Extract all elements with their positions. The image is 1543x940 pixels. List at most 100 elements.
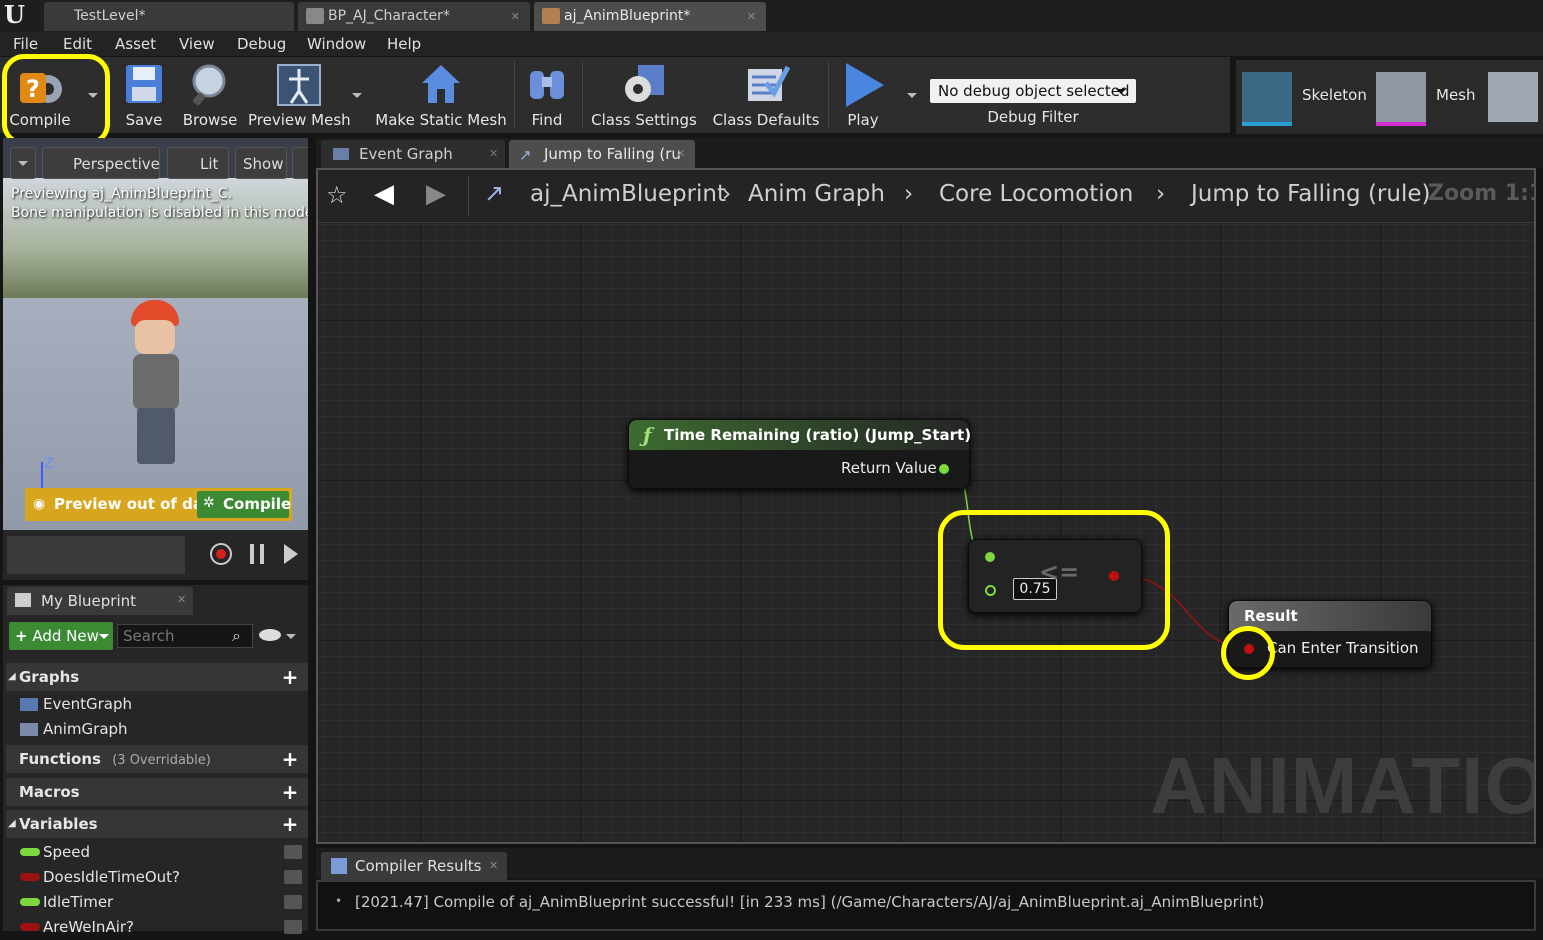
gear-icon: ✲ xyxy=(203,495,215,511)
menu-window[interactable]: Window xyxy=(307,35,366,53)
debug-filter-label: Debug Filter xyxy=(987,108,1079,126)
visibility-eye-icon[interactable] xyxy=(284,920,302,934)
play-options-chevron-down-icon[interactable] xyxy=(907,93,917,98)
variable-item[interactable]: IdleTimer xyxy=(6,890,308,915)
add-variable-plus-icon[interactable]: + xyxy=(280,814,300,834)
search-input[interactable]: Search ⌕ xyxy=(117,624,253,648)
show-button[interactable]: Show xyxy=(235,147,287,179)
preview-mesh-button[interactable]: Preview Mesh xyxy=(248,57,351,133)
my-blueprint-tab[interactable]: My Blueprint ✕ xyxy=(7,587,193,615)
close-icon[interactable]: ✕ xyxy=(676,147,685,160)
tree-item-animgraph[interactable]: AnimGraph xyxy=(6,717,308,742)
compare-node-highlight xyxy=(938,510,1170,650)
close-icon[interactable]: ✕ xyxy=(747,2,756,31)
add-graph-plus-icon[interactable]: + xyxy=(280,667,300,687)
graph-canvas[interactable]: ☆ ◀ ▶ ↗ aj_AnimBlueprint › Anim Graph › … xyxy=(316,168,1536,844)
menu-bar: File Edit Asset View Debug Window Help xyxy=(0,32,1543,56)
pause-icon[interactable] xyxy=(250,544,264,564)
blueprint-icon xyxy=(306,8,324,24)
preview-mesh-icon xyxy=(277,64,321,106)
checklist-icon xyxy=(748,65,790,101)
close-icon[interactable]: ✕ xyxy=(489,147,498,160)
viewport-timeline xyxy=(3,530,308,580)
graphs-section[interactable]: ◢ Graphs + xyxy=(6,663,308,691)
visibility-eye-icon[interactable] xyxy=(284,895,302,909)
compiler-results-tab[interactable]: Compiler Results ✕ xyxy=(321,852,507,880)
perspective-button[interactable]: Perspective xyxy=(42,147,160,179)
menu-edit[interactable]: Edit xyxy=(63,35,92,53)
add-macro-plus-icon[interactable]: + xyxy=(280,782,300,802)
debug-object-select[interactable]: No debug object selected xyxy=(930,79,1136,103)
variable-name: IdleTimer xyxy=(43,893,114,911)
chevron-down-icon xyxy=(99,634,109,639)
skeleton-mode-button[interactable]: Skeleton xyxy=(1302,86,1367,104)
browse-button[interactable]: Browse xyxy=(180,57,240,133)
divider xyxy=(514,61,515,129)
close-icon[interactable]: ✕ xyxy=(489,859,498,872)
mesh-mode-button[interactable]: Mesh xyxy=(1436,86,1476,104)
step-forward-icon[interactable] xyxy=(284,544,298,564)
timeline-scrubber[interactable] xyxy=(7,536,185,574)
chevron-down-icon xyxy=(1116,89,1126,94)
functions-section[interactable]: Functions (3 Overridable) + xyxy=(6,745,308,773)
character-legs xyxy=(137,408,175,464)
event-graph-icon xyxy=(20,698,38,711)
class-settings-button[interactable]: Class Settings xyxy=(588,57,700,133)
collapse-arrow-icon: ◢ xyxy=(8,818,16,829)
animation-mode-icon[interactable] xyxy=(1488,72,1538,122)
mode-switcher: Skeleton Mesh xyxy=(1236,60,1543,134)
add-function-plus-icon[interactable]: + xyxy=(280,749,300,769)
lit-button[interactable]: Lit xyxy=(167,147,229,179)
variable-item[interactable]: DoesIdleTimeOut? xyxy=(6,865,308,890)
viewport-compile-button[interactable]: ✲ Compile xyxy=(197,491,291,518)
save-button[interactable]: Save xyxy=(116,57,172,133)
variables-section[interactable]: ◢ Variables + xyxy=(6,810,308,838)
book-icon xyxy=(15,593,31,607)
visibility-eye-icon[interactable] xyxy=(259,629,281,641)
variable-type-pill xyxy=(20,873,40,881)
title-bar: U TestLevel* BP_AJ_Character* ✕ aj_AnimB… xyxy=(0,0,1543,32)
return-value-pin[interactable] xyxy=(939,464,949,474)
chevron-down-icon[interactable] xyxy=(286,634,296,639)
time-remaining-node[interactable]: ƒ Time Remaining (ratio) (Jump_Start) Re… xyxy=(628,419,971,489)
viewport-options-button[interactable] xyxy=(10,147,36,179)
axis-z-line xyxy=(41,462,43,488)
find-button[interactable]: Find xyxy=(520,57,574,133)
tab-jump-to-falling[interactable]: ↗ Jump to Falling (ru ✕ xyxy=(509,140,695,168)
character-torso xyxy=(133,354,179,410)
close-icon[interactable]: ✕ xyxy=(511,2,520,31)
anim-blueprint-icon xyxy=(542,8,560,24)
add-new-button[interactable]: + Add New xyxy=(9,622,113,650)
close-icon[interactable]: ✕ xyxy=(177,593,186,606)
doc-tab-bp-aj-character[interactable]: BP_AJ_Character* ✕ xyxy=(298,2,530,31)
visibility-eye-icon[interactable] xyxy=(284,845,302,859)
make-static-mesh-button[interactable]: Make Static Mesh xyxy=(374,57,508,133)
magnifier-icon xyxy=(192,64,226,106)
variable-item[interactable]: AreWeInAir? xyxy=(6,915,308,940)
macros-section[interactable]: Macros + xyxy=(6,778,308,806)
binoculars-icon xyxy=(530,71,564,99)
viewport-extra-button[interactable] xyxy=(292,147,308,179)
menu-asset[interactable]: Asset xyxy=(115,35,156,53)
tree-item-eventgraph[interactable]: EventGraph xyxy=(6,692,308,717)
menu-view[interactable]: View xyxy=(179,35,215,53)
tab-event-graph[interactable]: Event Graph ✕ xyxy=(321,140,505,168)
search-icon: ⌕ xyxy=(232,626,241,645)
play-button[interactable]: Play xyxy=(832,57,894,133)
record-icon[interactable] xyxy=(210,543,232,565)
skeleton-mode-icon[interactable] xyxy=(1242,72,1292,126)
unreal-logo-icon[interactable]: U xyxy=(4,1,32,29)
variable-item[interactable]: Speed xyxy=(6,840,308,865)
class-defaults-button[interactable]: Class Defaults xyxy=(710,57,822,133)
event-graph-icon xyxy=(333,148,349,160)
doc-tab-testlevel[interactable]: TestLevel* xyxy=(44,2,294,31)
compile-highlight xyxy=(2,54,110,146)
preview-mesh-chevron-down-icon[interactable] xyxy=(352,93,362,98)
mesh-mode-icon[interactable] xyxy=(1376,72,1426,126)
transition-rule-icon: ↗ xyxy=(519,146,532,164)
menu-help[interactable]: Help xyxy=(387,35,421,53)
doc-tab-aj-animblueprint[interactable]: aj_AnimBlueprint* ✕ xyxy=(534,2,766,31)
visibility-eye-icon[interactable] xyxy=(284,870,302,884)
menu-file[interactable]: File xyxy=(13,35,38,53)
menu-debug[interactable]: Debug xyxy=(237,35,286,53)
